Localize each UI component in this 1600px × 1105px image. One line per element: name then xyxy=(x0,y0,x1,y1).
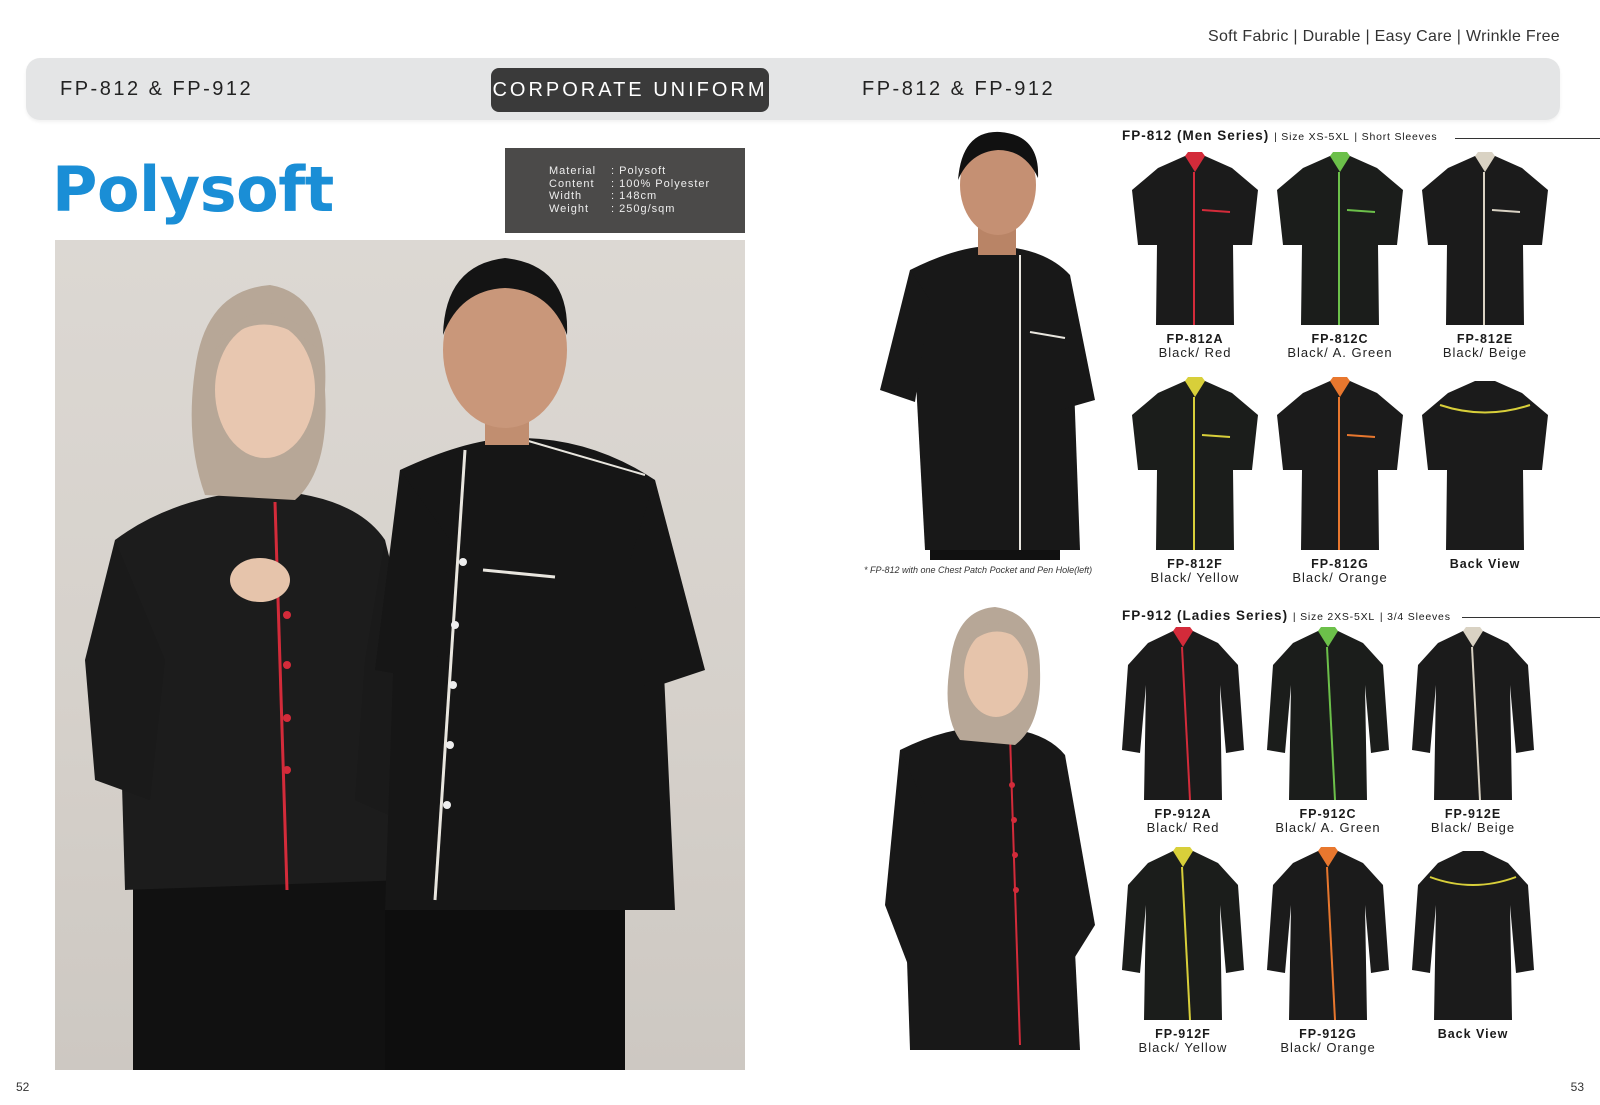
feature-tagline: Soft Fabric | Durable | Easy Care | Wrin… xyxy=(1207,28,1560,45)
product-card[interactable]: FP-912G Black/ Orange xyxy=(1258,845,1398,1055)
men-series-rule xyxy=(1455,138,1600,139)
product-card[interactable]: FP-912E Black/ Beige xyxy=(1403,625,1543,835)
ladies-shirt-back-icon xyxy=(1412,851,1534,1020)
ladies-series-rule xyxy=(1462,617,1600,618)
product-card[interactable]: FP-812A Black/ Red xyxy=(1125,150,1265,360)
category-pill: CORPORATE UNIFORM xyxy=(491,68,769,112)
product-card[interactable]: FP-912C Black/ A. Green xyxy=(1258,625,1398,835)
product-color: Black/ Orange xyxy=(1280,1040,1376,1055)
product-card[interactable]: FP-912F Black/ Yellow xyxy=(1113,845,1253,1055)
product-card[interactable]: Back View xyxy=(1415,375,1555,571)
men-series-title: FP-812 (Men Series) | Size XS-5XL | Shor… xyxy=(1122,128,1438,143)
mens-shirt-red-icon xyxy=(1132,152,1258,325)
product-code: FP-912A xyxy=(1154,807,1212,821)
mens-shirt-back-icon xyxy=(1422,381,1548,550)
hero-photo xyxy=(55,240,745,1070)
product-color: Black/ Red xyxy=(1146,820,1220,835)
product-color: Black/ Red xyxy=(1158,345,1232,360)
product-color: Black/ Yellow xyxy=(1138,1040,1228,1055)
ladies-shirt-beige-icon xyxy=(1412,627,1534,801)
product-color: Black/ Yellow xyxy=(1150,570,1240,585)
product-code: FP-812F xyxy=(1167,557,1223,571)
banner-code-right: FP-812 & FP-912 xyxy=(862,78,1056,100)
product-color: Black/ Orange xyxy=(1292,570,1388,585)
spec-row: Content: 100% Polyester xyxy=(549,177,711,190)
product-card[interactable]: FP-812C Black/ A. Green xyxy=(1270,150,1410,360)
product-card[interactable]: FP-812F Black/ Yellow xyxy=(1125,375,1265,585)
spec-row: Width: 148cm xyxy=(549,190,658,202)
ladies-shirt-yellow-icon xyxy=(1122,847,1244,1021)
product-code: Back View xyxy=(1449,557,1521,571)
spec-row: Material: Polysoft xyxy=(549,165,667,177)
product-code: FP-812G xyxy=(1311,557,1369,571)
ladies-shirt-orange-icon xyxy=(1267,847,1389,1021)
spec-row: Weight: 250g/sqm xyxy=(549,202,676,215)
ladies-model-photo xyxy=(885,607,1095,1050)
product-card[interactable]: FP-812E Black/ Beige xyxy=(1415,150,1555,360)
product-card[interactable]: Back View xyxy=(1403,845,1543,1041)
mens-shirt-orange-icon xyxy=(1277,377,1403,550)
ladies-series-title: FP-912 (Ladies Series) | Size 2XS-5XL | … xyxy=(1122,608,1451,623)
product-code: FP-812A xyxy=(1166,332,1224,346)
page-number-left: 52 xyxy=(16,1080,30,1094)
product-color: Black/ A. Green xyxy=(1275,820,1381,835)
product-code: FP-812E xyxy=(1456,332,1514,346)
product-color: Black/ Beige xyxy=(1430,820,1516,835)
product-color: Black/ Beige xyxy=(1442,345,1528,360)
header-banner: FP-812 & FP-912 CORPORATE UNIFORM FP-812… xyxy=(26,58,1560,120)
product-color: Black/ A. Green xyxy=(1287,345,1393,360)
product-code: FP-912E xyxy=(1444,807,1502,821)
product-code: FP-912C xyxy=(1299,807,1357,821)
brand-card: Polysoft xyxy=(40,147,354,240)
product-card[interactable]: FP-812G Black/ Orange xyxy=(1270,375,1410,585)
fabric-spec-box: Material: Polysoft Content: 100% Polyest… xyxy=(505,148,745,233)
page-number-right: 53 xyxy=(1570,1080,1584,1094)
mens-shirt-yellow-icon xyxy=(1132,377,1258,550)
man-figure xyxy=(375,258,705,1070)
product-code: FP-912F xyxy=(1155,1027,1211,1041)
product-code: FP-812C xyxy=(1311,332,1369,346)
product-code: Back View xyxy=(1437,1027,1509,1041)
brand-logo: Polysoft xyxy=(52,153,334,226)
mens-shirt-green-icon xyxy=(1277,152,1403,325)
men-model-photo xyxy=(880,131,1095,560)
product-card[interactable]: FP-912A Black/ Red xyxy=(1113,625,1253,835)
hero-illustration xyxy=(85,258,705,1070)
men-series-note: * FP-812 with one Chest Patch Pocket and… xyxy=(864,565,1093,575)
banner-code-left: FP-812 & FP-912 xyxy=(60,78,254,100)
product-code: FP-912G xyxy=(1299,1027,1357,1041)
ladies-shirt-red-icon xyxy=(1122,627,1244,801)
woman-figure xyxy=(85,285,420,1070)
mens-shirt-beige-icon xyxy=(1422,152,1548,325)
ladies-shirt-green-icon xyxy=(1267,627,1389,801)
